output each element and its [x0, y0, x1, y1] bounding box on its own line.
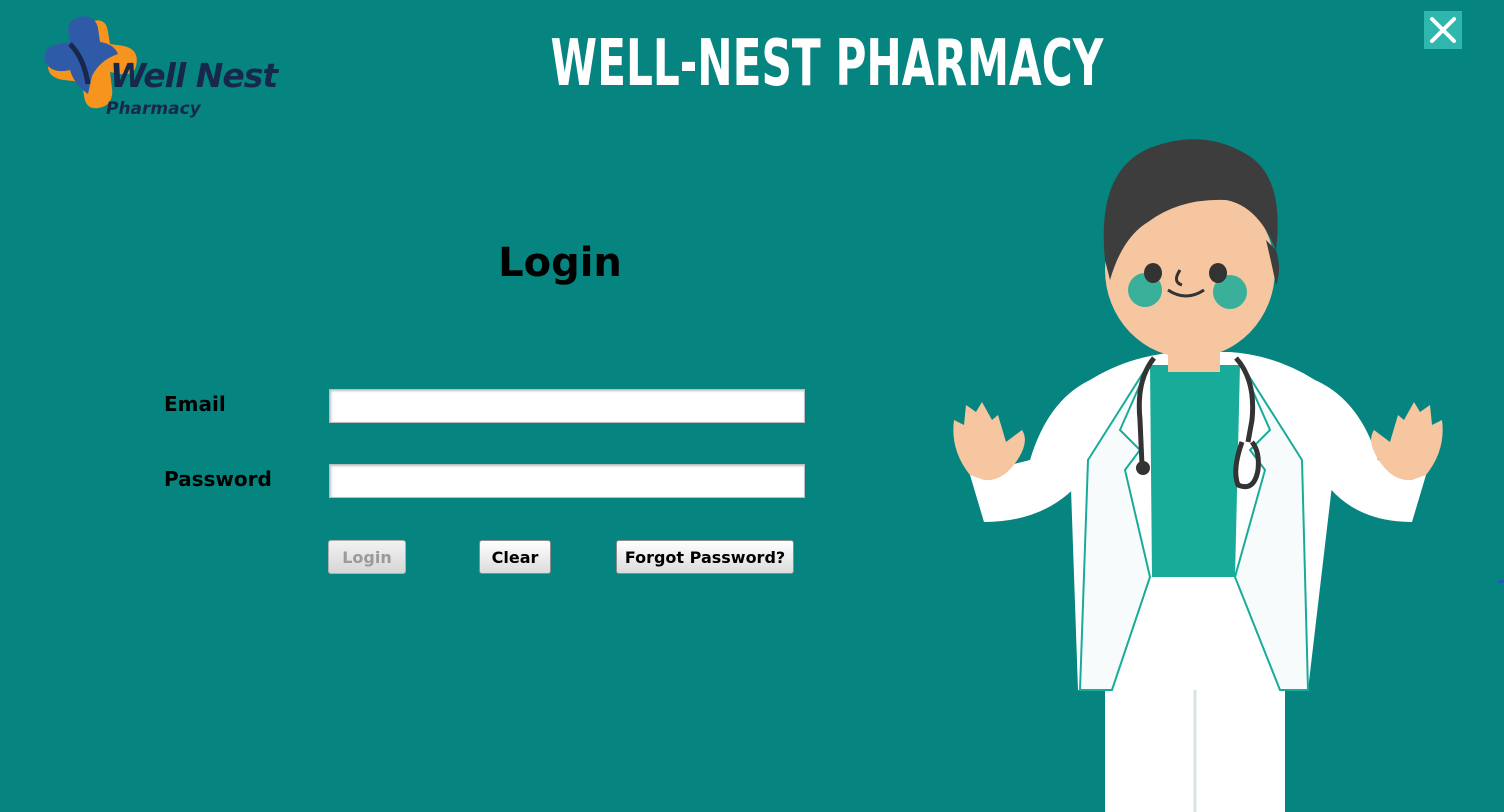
logo-subtitle: Pharmacy	[106, 99, 201, 119]
clear-button[interactable]: Clear	[479, 540, 551, 574]
app-title: WELL-NEST PHARMACY	[550, 27, 1104, 101]
login-heading: Login	[498, 240, 622, 286]
window-edge-marker	[1498, 580, 1504, 583]
email-label: Email	[164, 392, 226, 416]
close-icon	[1430, 17, 1456, 43]
password-field[interactable]	[329, 464, 805, 498]
email-field[interactable]	[329, 389, 805, 423]
doctor-illustration	[953, 139, 1443, 812]
pharmacy-logo: Well Nest Pharmacy	[40, 14, 300, 126]
password-label: Password	[164, 467, 272, 491]
logo-name: Well Nest	[110, 56, 278, 95]
login-window: Well Nest Pharmacy WELL-NEST PHARMACY Lo…	[0, 0, 1504, 812]
login-button[interactable]: Login	[328, 540, 406, 574]
close-button[interactable]	[1424, 11, 1462, 49]
forgot-password-button[interactable]: Forgot Password?	[616, 540, 794, 574]
